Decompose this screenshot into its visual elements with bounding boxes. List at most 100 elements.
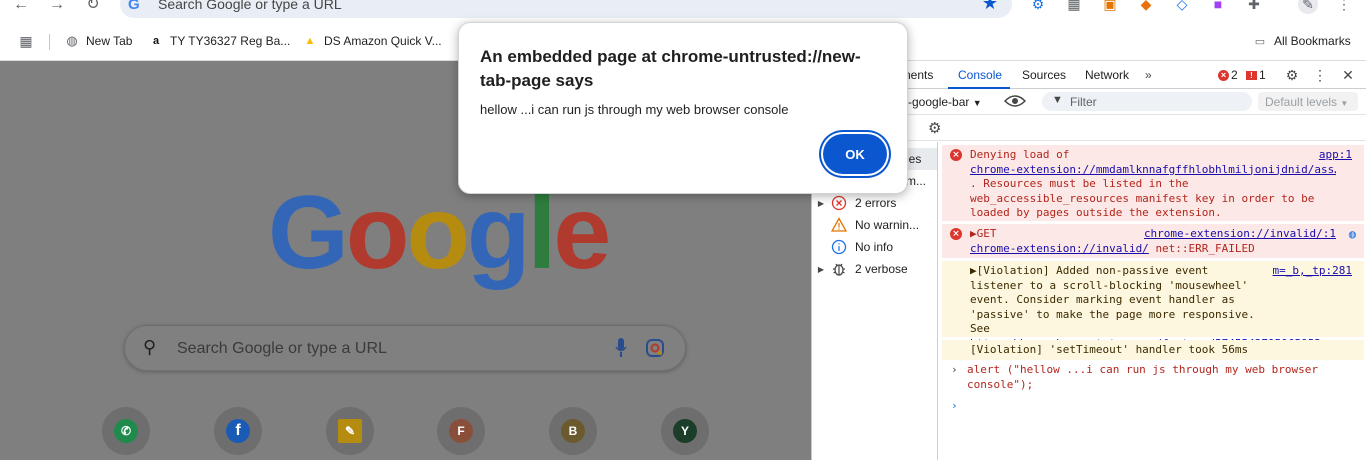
message-text[interactable]: ▶[Violation] Added non-passive event lis…: [970, 264, 1264, 337]
bookmarks-divider: [49, 34, 50, 50]
google-lens-icon[interactable]: [645, 338, 665, 358]
forward-icon[interactable]: →: [46, 0, 68, 16]
shortcut-b[interactable]: B: [549, 407, 597, 455]
bookmark-label: TY TY36327 Reg Ba...: [170, 34, 291, 48]
console-message-error: × app:1 Denying load of chrome-extension…: [942, 145, 1364, 221]
extension-icon[interactable]: ⚙: [1028, 0, 1048, 14]
error-icon: ×: [950, 228, 962, 240]
filter-placeholder: Filter: [1070, 95, 1097, 109]
shortcut-whatsapp[interactable]: ✆: [102, 407, 150, 455]
microphone-icon[interactable]: [615, 338, 627, 358]
filter-input[interactable]: ▼ Filter: [1042, 92, 1252, 111]
log-levels-value: Default levels: [1265, 95, 1338, 109]
bug-icon: [830, 261, 848, 277]
google-logo: Google: [268, 175, 611, 291]
search-box[interactable]: ⚲ Search Google or type a URL: [124, 325, 686, 371]
console-input-history: alert ("hellow ...i can run js through m…: [967, 363, 1318, 391]
console-output: × app:1 Denying load of chrome-extension…: [939, 142, 1366, 460]
shortcut-y[interactable]: Y: [661, 407, 709, 455]
tab-network[interactable]: Network: [1085, 68, 1129, 82]
dialog-message: hellow ...i can run js through my web br…: [480, 102, 789, 117]
console-input-prompt[interactable]: ›: [951, 399, 958, 414]
error-icon: ×: [950, 149, 962, 161]
sidebar-item-info[interactable]: No info: [812, 236, 937, 258]
console-settings-icon[interactable]: ⚙: [928, 119, 941, 137]
chevron-down-icon: ▼: [972, 98, 982, 108]
log-levels-select[interactable]: Default levels ▼: [1258, 92, 1358, 111]
tab-sources[interactable]: Sources: [1022, 68, 1066, 82]
bookmark-new-tab[interactable]: ◍ New Tab: [64, 32, 132, 50]
extension-rss-icon[interactable]: ◆: [1136, 0, 1156, 14]
expand-arrow-icon[interactable]: ▶: [812, 199, 830, 208]
reload-icon[interactable]: ↻: [82, 0, 104, 16]
sidebar-item-warnings[interactable]: No warnin...: [812, 214, 937, 236]
tab-elements[interactable]: nents: [904, 68, 933, 82]
profile-icon[interactable]: ✎: [1298, 0, 1318, 14]
eye-icon[interactable]: [1004, 93, 1026, 109]
request-url-link[interactable]: chrome-extension://invalid/: [970, 242, 1149, 255]
logo-letter: o: [406, 175, 470, 291]
facebook-icon: f: [226, 419, 250, 443]
star-icon[interactable]: ★: [982, 0, 998, 14]
console-message-error: × ▶GET chrome-extension://invalid/:1 ◍ c…: [942, 224, 1364, 258]
sidebar-item-label: No info: [855, 240, 894, 254]
logo-letter: g: [466, 175, 531, 291]
context-select[interactable]: -google-bar ▼: [908, 95, 982, 109]
expand-request-toggle[interactable]: ▶GET: [970, 227, 997, 240]
all-bookmarks-label: All Bookmarks: [1274, 34, 1351, 48]
globe-icon: ◍: [66, 33, 78, 48]
context-select-value: -google-bar: [908, 95, 970, 109]
bookmark-label: New Tab: [86, 34, 133, 48]
message-source-link[interactable]: app:1: [1319, 148, 1352, 163]
shortcut-facebook[interactable]: f: [214, 407, 262, 455]
issue-icon: !: [1246, 70, 1257, 80]
bookmark-label: DS Amazon Quick V...: [324, 34, 442, 48]
devtools-menu-icon[interactable]: ⋮: [1311, 66, 1329, 84]
dialog-title: An embedded page at chrome-untrusted://n…: [480, 47, 861, 90]
address-bar[interactable]: G Search Google or type a URL ★: [120, 0, 1012, 18]
menu-icon[interactable]: ⋮: [1334, 0, 1354, 14]
expand-arrow-icon[interactable]: ▶: [812, 265, 830, 274]
request-url-link[interactable]: chrome-extension://invalid/:1: [1144, 227, 1336, 242]
shortcut-f[interactable]: F: [437, 407, 485, 455]
logo-letter: G: [268, 175, 349, 291]
all-bookmarks[interactable]: ▭ All Bookmarks: [1252, 32, 1351, 50]
extensions-icon[interactable]: ✚: [1244, 0, 1264, 14]
search-placeholder: Search Google or type a URL: [177, 340, 387, 357]
error-circle-icon: [830, 195, 848, 211]
bookmark-amazon[interactable]: a TY TY36327 Reg Ba...: [148, 32, 290, 50]
warning-icon: [830, 217, 848, 233]
logo-letter: l: [527, 175, 557, 291]
issue-count: 1: [1259, 68, 1266, 82]
back-icon[interactable]: ←: [10, 0, 32, 16]
extension-purple-icon[interactable]: ■: [1208, 0, 1228, 14]
site-y-icon: Y: [673, 419, 697, 443]
extension-resource-link[interactable]: chrome-extension://mmdamlknnafgffhlobhlm…: [970, 163, 1336, 178]
site-f-icon: F: [449, 419, 473, 443]
extension-orange-icon[interactable]: ▣: [1100, 0, 1120, 14]
ok-button[interactable]: OK: [823, 134, 887, 174]
bookmark-ds-amazon[interactable]: ▲ DS Amazon Quick V...: [302, 32, 442, 50]
extension-shield-icon[interactable]: ◇: [1172, 0, 1192, 14]
issue-count-badge[interactable]: ! 1: [1246, 68, 1266, 82]
amazon-icon: a: [152, 35, 160, 47]
drive-icon: ▲: [304, 35, 316, 47]
more-tabs-icon[interactable]: »: [1145, 68, 1152, 82]
apps-icon[interactable]: ▦: [18, 32, 40, 50]
settings-gear-icon[interactable]: ⚙: [1283, 66, 1301, 84]
logo-letter: o: [345, 175, 410, 291]
shortcut-custom[interactable]: ✎: [326, 407, 374, 455]
close-devtools-icon[interactable]: ✕: [1339, 66, 1357, 84]
message-text: Denying load of: [970, 148, 1070, 161]
info-icon: [830, 239, 848, 255]
alert-dialog: An embedded page at chrome-untrusted://n…: [458, 22, 908, 194]
console-message-violation: [Violation] 'setTimeout' handler took 56…: [942, 340, 1364, 360]
tab-console[interactable]: Console: [958, 68, 1002, 82]
error-count-badge[interactable]: × 2: [1218, 68, 1238, 82]
whatsapp-icon: ✆: [114, 419, 138, 443]
sidebar-item-verbose[interactable]: ▶ 2 verbose: [812, 258, 937, 280]
grid-extension-icon[interactable]: ▦: [1064, 0, 1084, 14]
message-text: net::ERR_FAILED: [1155, 241, 1255, 255]
sidebar-item-errors[interactable]: ▶ 2 errors: [812, 192, 937, 214]
message-source-link[interactable]: m=_b,_tp:281: [1273, 264, 1352, 279]
